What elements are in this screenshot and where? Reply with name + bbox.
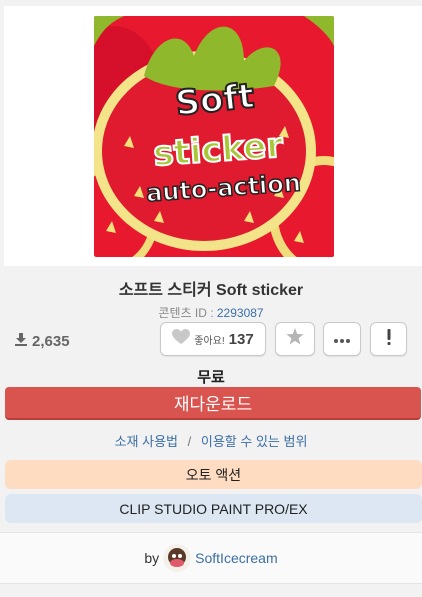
download-count-value: 2,635 — [32, 332, 70, 350]
usage-scope-link[interactable]: 이용할 수 있는 범위 — [201, 434, 308, 449]
more-options-button[interactable] — [323, 322, 361, 356]
ellipsis-icon — [334, 330, 350, 348]
info-links: 소재 사용법 / 이용할 수 있는 범위 — [0, 431, 422, 450]
content-id: 콘텐츠 ID : 2293087 — [0, 304, 422, 321]
content-id-value[interactable]: 2293087 — [217, 306, 264, 320]
author-footer: by SoftIcecream — [0, 532, 422, 584]
exclamation-icon — [387, 328, 391, 350]
star-icon — [286, 328, 304, 350]
content-id-label: 콘텐츠 ID : — [158, 306, 214, 320]
stats-row: 2,635 좋아요! 137 — [0, 322, 422, 358]
category-tag[interactable]: 오토 액션 — [5, 460, 422, 489]
like-button[interactable]: 좋아요! 137 — [160, 322, 266, 356]
thumbnail-image[interactable]: Soft sticker auto-action — [94, 16, 334, 257]
by-label: by — [144, 550, 160, 566]
software-tag[interactable]: CLIP STUDIO PAINT PRO/EX — [5, 494, 422, 523]
link-separator: / — [187, 434, 192, 449]
price-label: 무료 — [197, 369, 225, 386]
favorite-button[interactable] — [275, 322, 315, 356]
redownload-button[interactable]: 재다운로드 — [5, 387, 421, 420]
download-icon — [14, 332, 28, 350]
thumbnail-panel: Soft sticker auto-action — [4, 6, 422, 266]
like-label: 좋아요! — [194, 335, 225, 347]
like-count: 137 — [228, 330, 254, 348]
download-count: 2,635 — [14, 332, 70, 350]
svg-text:Soft: Soft — [174, 76, 257, 124]
avatar[interactable] — [163, 544, 192, 572]
heart-icon — [172, 328, 191, 350]
author-link[interactable]: SoftIcecream — [195, 550, 277, 566]
page-title: 소프트 스티커 Soft sticker — [118, 282, 304, 299]
title-block: 소프트 스티커 Soft sticker 콘텐츠 ID : 2293087 — [0, 276, 422, 321]
report-button[interactable] — [370, 322, 407, 356]
usage-guide-link[interactable]: 소재 사용법 — [115, 434, 178, 449]
